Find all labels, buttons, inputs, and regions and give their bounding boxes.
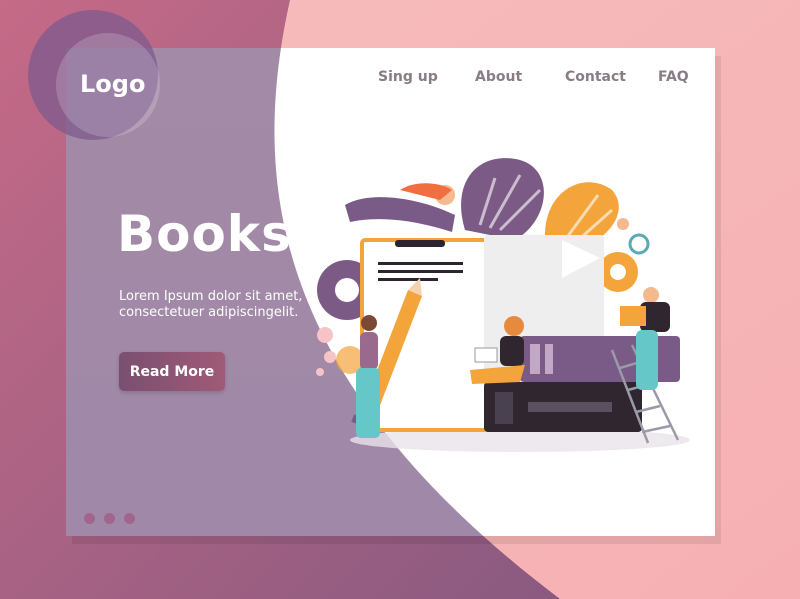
- nav-link-about[interactable]: About: [475, 69, 522, 85]
- hero-title: Books: [117, 205, 292, 263]
- monstera-leaf-icon: [461, 158, 619, 250]
- nav-link-contact[interactable]: Contact: [565, 69, 626, 85]
- nav-link-sign-up[interactable]: Sing up: [378, 69, 438, 85]
- pencil-icon: [351, 278, 422, 430]
- hero-description-line-1: Lorem Ipsum dolor sit amet,: [119, 289, 303, 304]
- reader-figure: [345, 183, 670, 438]
- read-more-button[interactable]: Read More: [119, 352, 225, 391]
- logo[interactable]: Logo: [80, 70, 145, 98]
- pagination-dot-3[interactable]: [124, 513, 135, 524]
- gear-icon: [317, 233, 650, 374]
- pagination-dot-2[interactable]: [104, 513, 115, 524]
- hero-description-line-2: consectetuer adipiscingelit.: [119, 305, 299, 320]
- ladder-icon: [610, 344, 680, 444]
- pagination-dot-1[interactable]: [84, 513, 95, 524]
- nav-link-faq[interactable]: FAQ: [658, 69, 689, 85]
